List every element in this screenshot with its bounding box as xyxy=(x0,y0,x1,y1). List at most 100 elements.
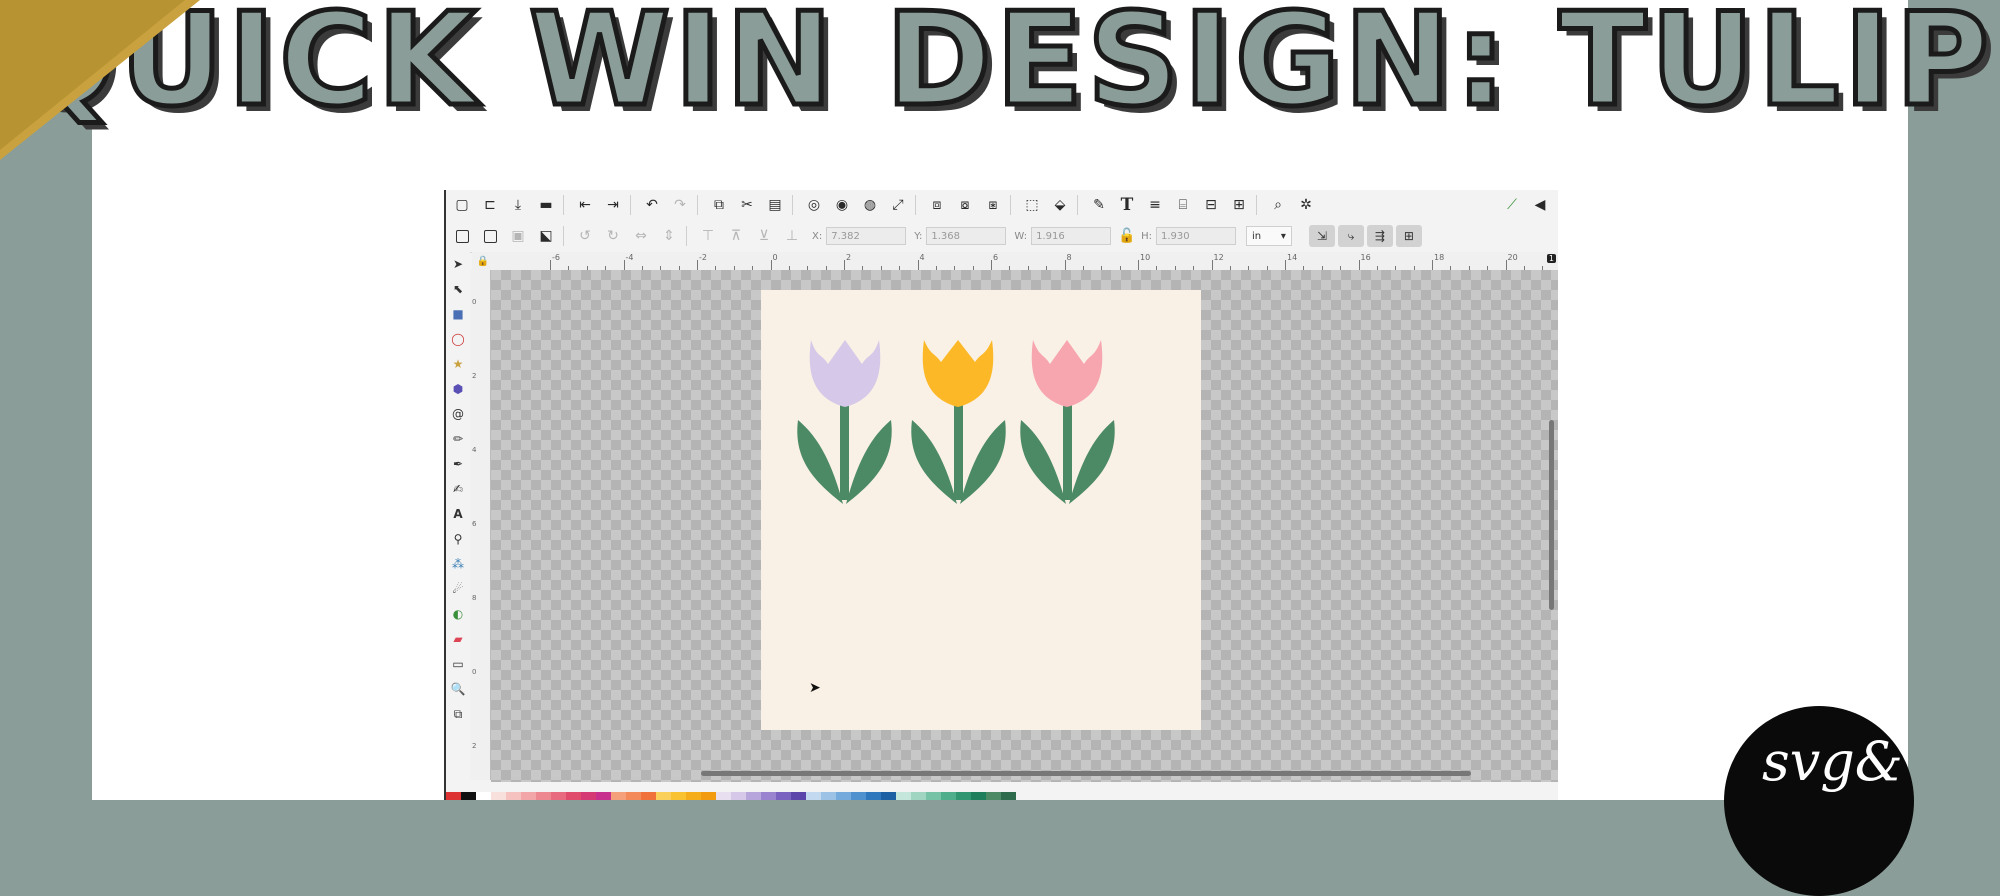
group-icon[interactable]: ⬚ xyxy=(1020,194,1044,216)
selector-tool-icon[interactable]: ➤ xyxy=(449,255,467,273)
rotate-cw-icon[interactable]: ↻ xyxy=(601,225,625,247)
align-icon[interactable]: ⊟ xyxy=(1199,194,1223,216)
zoom-fit-icon[interactable]: ⤢ xyxy=(886,194,910,216)
pen-tool-icon[interactable]: ✒ xyxy=(449,455,467,473)
fill-stroke-icon[interactable]: ✎ xyxy=(1087,194,1111,216)
x-input[interactable] xyxy=(826,227,907,245)
palette-swatch[interactable] xyxy=(836,792,851,800)
text-tool-icon[interactable]: A xyxy=(449,505,467,523)
palette-swatch[interactable] xyxy=(821,792,836,800)
deselect-icon[interactable]: ▣ xyxy=(506,225,530,247)
palette-swatch[interactable] xyxy=(806,792,821,800)
drawing-canvas[interactable]: ➤ xyxy=(491,270,1558,782)
spray-tool-icon[interactable]: ⁂ xyxy=(449,555,467,573)
palette-swatch[interactable] xyxy=(446,792,461,800)
zoom-page-icon[interactable]: ◍ xyxy=(858,194,882,216)
spiral-tool-icon[interactable]: @ xyxy=(449,405,467,423)
unlink-clone-icon[interactable]: ⧆ xyxy=(981,194,1005,216)
copy-icon[interactable]: ⧉ xyxy=(707,194,731,216)
find-icon[interactable]: ⌕ xyxy=(1266,194,1290,216)
3d-box-tool-icon[interactable]: ⬢ xyxy=(449,380,467,398)
rotate-ccw-icon[interactable]: ↺ xyxy=(573,225,597,247)
palette-swatch[interactable] xyxy=(626,792,641,800)
unit-select[interactable]: in ▾ xyxy=(1245,226,1292,246)
raise-icon[interactable]: ⊼ xyxy=(724,225,748,247)
paint-bucket-icon[interactable]: ◐ xyxy=(449,605,467,623)
lower-icon[interactable]: ⊻ xyxy=(752,225,776,247)
dropper-tool-icon[interactable]: ⚲ xyxy=(449,530,467,548)
redo-icon[interactable]: ↷ xyxy=(668,194,692,216)
palette-swatch[interactable] xyxy=(971,792,986,800)
palette-swatch[interactable] xyxy=(596,792,611,800)
ellipse-tool-icon[interactable]: ◯ xyxy=(449,330,467,348)
star-tool-icon[interactable]: ★ xyxy=(449,355,467,373)
palette-swatch[interactable] xyxy=(731,792,746,800)
node-tool-icon[interactable]: ⬉ xyxy=(449,280,467,298)
undo-icon[interactable]: ↶ xyxy=(640,194,664,216)
palette-swatch[interactable] xyxy=(701,792,716,800)
save-icon[interactable]: ⤓ xyxy=(506,194,530,216)
document-page[interactable]: ➤ xyxy=(761,290,1201,730)
collapse-panel-icon[interactable]: ◀ xyxy=(1528,194,1552,216)
palette-swatch[interactable] xyxy=(896,792,911,800)
horizontal-scrollbar[interactable] xyxy=(701,771,1471,776)
pages-tool-icon[interactable]: ⧉ xyxy=(449,705,467,723)
open-icon[interactable]: ⊏ xyxy=(478,194,502,216)
vertical-scrollbar[interactable] xyxy=(1549,420,1554,610)
palette-swatch[interactable] xyxy=(761,792,776,800)
palette-swatch[interactable] xyxy=(1001,792,1016,800)
layers-icon[interactable]: ≡ xyxy=(1143,194,1167,216)
snap-toggle-icon[interactable]: ⟋ xyxy=(1500,194,1524,216)
scale-stroke-icon[interactable]: ⇲ xyxy=(1308,225,1335,247)
xml-editor-icon[interactable]: ⌸ xyxy=(1171,194,1195,216)
palette-swatch[interactable] xyxy=(911,792,926,800)
palette-swatch[interactable] xyxy=(956,792,971,800)
y-input[interactable] xyxy=(926,227,1007,245)
palette-swatch[interactable] xyxy=(926,792,941,800)
w-input[interactable] xyxy=(1031,227,1112,245)
move-patterns-icon[interactable]: ⊞ xyxy=(1395,225,1422,247)
rectangle-tool-icon[interactable]: ■ xyxy=(449,305,467,323)
zoom-drawing-icon[interactable]: ◉ xyxy=(830,194,854,216)
measure-tool-icon[interactable]: ▭ xyxy=(449,655,467,673)
palette-swatch[interactable] xyxy=(851,792,866,800)
cut-icon[interactable]: ✂ xyxy=(735,194,759,216)
palette-swatch[interactable] xyxy=(716,792,731,800)
palette-swatch[interactable] xyxy=(566,792,581,800)
select-all-layers-icon[interactable] xyxy=(478,225,502,247)
zoom-tool-icon[interactable]: 🔍 xyxy=(449,680,467,698)
export-icon[interactable]: ⇥ xyxy=(601,194,625,216)
move-gradients-icon[interactable]: ⇶ xyxy=(1366,225,1393,247)
ungroup-icon[interactable]: ⬙ xyxy=(1048,194,1072,216)
transform-icon[interactable]: ⬕ xyxy=(534,225,558,247)
flip-vertical-icon[interactable]: ⇕ xyxy=(657,225,681,247)
zoom-selection-icon[interactable]: ◎ xyxy=(802,194,826,216)
palette-swatch[interactable] xyxy=(776,792,791,800)
scale-corners-icon[interactable]: ⤷ xyxy=(1337,225,1364,247)
palette-swatch[interactable] xyxy=(491,792,506,800)
import-icon[interactable]: ⇤ xyxy=(573,194,597,216)
palette-swatch[interactable] xyxy=(866,792,881,800)
palette-swatch[interactable] xyxy=(551,792,566,800)
h-input[interactable] xyxy=(1155,227,1236,245)
calligraphy-tool-icon[interactable]: ✍ xyxy=(449,480,467,498)
duplicate-icon[interactable]: ⧈ xyxy=(925,194,949,216)
lower-bottom-icon[interactable]: ⊥ xyxy=(780,225,804,247)
palette-swatch[interactable] xyxy=(581,792,596,800)
palette-swatch[interactable] xyxy=(671,792,686,800)
raise-top-icon[interactable]: ⊤ xyxy=(696,225,720,247)
palette-swatch[interactable] xyxy=(536,792,551,800)
palette-swatch[interactable] xyxy=(506,792,521,800)
palette-swatch[interactable] xyxy=(941,792,956,800)
palette-swatch[interactable] xyxy=(461,792,476,800)
pencil-tool-icon[interactable]: ✏ xyxy=(449,430,467,448)
print-icon[interactable]: ▬ xyxy=(534,194,558,216)
text-icon[interactable]: T xyxy=(1115,194,1139,216)
paste-icon[interactable]: ▤ xyxy=(763,194,787,216)
lock-ratio-icon[interactable]: 🔓 xyxy=(1115,225,1139,247)
eraser-tool-icon[interactable]: ▰ xyxy=(449,630,467,648)
palette-swatch[interactable] xyxy=(641,792,656,800)
preferences-icon[interactable]: ✲ xyxy=(1294,194,1318,216)
new-document-icon[interactable]: ▢ xyxy=(450,194,474,216)
palette-swatch[interactable] xyxy=(611,792,626,800)
